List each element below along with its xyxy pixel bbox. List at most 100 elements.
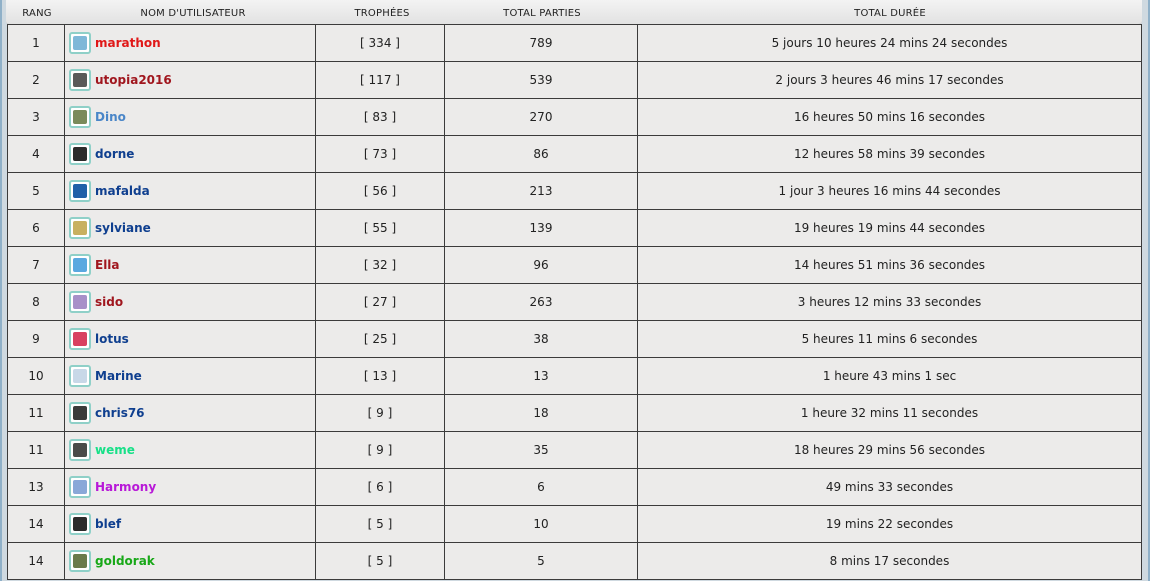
- rank-cell: 10: [7, 357, 65, 395]
- header-total-duration[interactable]: TOTAL DURÉE: [638, 8, 1142, 19]
- username-cell: mafalda: [64, 172, 316, 210]
- total-duration-cell: 49 mins 33 secondes: [637, 468, 1142, 506]
- trophies-cell: [ 117 ]: [315, 61, 445, 99]
- figure-avatar-icon[interactable]: [69, 217, 91, 239]
- trophies-cell: [ 9 ]: [315, 431, 445, 469]
- total-duration-cell: 5 jours 10 heures 24 mins 24 secondes: [637, 24, 1142, 62]
- rank-cell: 11: [7, 394, 65, 432]
- username-link[interactable]: lotus: [95, 332, 129, 346]
- table-row: 4 dorne [ 73 ] 86 12 heures 58 mins 39 s…: [7, 135, 1142, 173]
- username-link[interactable]: Dino: [95, 110, 126, 124]
- rank-cell: 9: [7, 320, 65, 358]
- username-link[interactable]: Marine: [95, 369, 142, 383]
- default-user-avatar-icon[interactable]: [69, 143, 91, 165]
- trophies-cell: [ 13 ]: [315, 357, 445, 395]
- total-parts-cell: 539: [444, 61, 638, 99]
- rank-cell: 1: [7, 24, 65, 62]
- total-parts-cell: 13: [444, 357, 638, 395]
- username-cell: Harmony: [64, 468, 316, 506]
- username-link[interactable]: blef: [95, 517, 121, 531]
- rank-cell: 3: [7, 98, 65, 136]
- total-duration-cell: 18 heures 29 mins 56 secondes: [637, 431, 1142, 469]
- total-parts-cell: 6: [444, 468, 638, 506]
- rank-cell: 8: [7, 283, 65, 321]
- trophies-cell: [ 56 ]: [315, 172, 445, 210]
- username-link[interactable]: sido: [95, 295, 123, 309]
- animal-avatar-icon[interactable]: [69, 402, 91, 424]
- flower-avatar-icon[interactable]: [69, 328, 91, 350]
- table-header: RANG NOM D'UTILISATEUR TROPHÉES TOTAL PA…: [6, 0, 1142, 25]
- total-duration-cell: 3 heures 12 mins 33 secondes: [637, 283, 1142, 321]
- total-parts-cell: 270: [444, 98, 638, 136]
- username-link[interactable]: sylviane: [95, 221, 151, 235]
- username-link[interactable]: mafalda: [95, 184, 150, 198]
- total-parts-cell: 96: [444, 246, 638, 284]
- portrait-avatar-icon[interactable]: [69, 291, 91, 313]
- table-row: 3 Dino [ 83 ] 270 16 heures 50 mins 16 s…: [7, 98, 1142, 136]
- text-logo-avatar-icon[interactable]: [69, 476, 91, 498]
- total-parts-cell: 18: [444, 394, 638, 432]
- total-duration-cell: 1 heure 32 mins 11 secondes: [637, 394, 1142, 432]
- header-username[interactable]: NOM D'UTILISATEUR: [68, 8, 318, 19]
- rank-cell: 14: [7, 542, 65, 580]
- photo-avatar-icon[interactable]: [69, 69, 91, 91]
- total-parts-cell: 789: [444, 24, 638, 62]
- landscape-avatar-icon[interactable]: [69, 106, 91, 128]
- header-rank[interactable]: RANG: [6, 8, 68, 19]
- trophies-cell: [ 32 ]: [315, 246, 445, 284]
- total-parts-cell: 35: [444, 431, 638, 469]
- total-duration-cell: 19 heures 19 mins 44 secondes: [637, 209, 1142, 247]
- table-row: 6 sylviane [ 55 ] 139 19 heures 19 mins …: [7, 209, 1142, 247]
- header-total-parts[interactable]: TOTAL PARTIES: [446, 8, 638, 19]
- username-cell: goldorak: [64, 542, 316, 580]
- table-row: 14 goldorak [ 5 ] 5 8 mins 17 secondes: [7, 542, 1142, 580]
- runner-avatar-icon[interactable]: [69, 32, 91, 54]
- trophies-cell: [ 5 ]: [315, 505, 445, 543]
- total-parts-cell: 10: [444, 505, 638, 543]
- trophies-cell: [ 73 ]: [315, 135, 445, 173]
- rank-cell: 6: [7, 209, 65, 247]
- trophies-cell: [ 9 ]: [315, 394, 445, 432]
- username-link[interactable]: utopia2016: [95, 73, 172, 87]
- pastel-avatar-icon[interactable]: [69, 365, 91, 387]
- username-cell: Ella: [64, 246, 316, 284]
- table-row: 5 mafalda [ 56 ] 213 1 jour 3 heures 16 …: [7, 172, 1142, 210]
- username-link[interactable]: weme: [95, 443, 135, 457]
- username-link[interactable]: Ella: [95, 258, 120, 272]
- total-duration-cell: 12 heures 58 mins 39 secondes: [637, 135, 1142, 173]
- username-link[interactable]: marathon: [95, 36, 161, 50]
- username-cell: Marine: [64, 357, 316, 395]
- robot-avatar-icon[interactable]: [69, 550, 91, 572]
- table-row: 10 Marine [ 13 ] 13 1 heure 43 mins 1 se…: [7, 357, 1142, 395]
- username-link[interactable]: dorne: [95, 147, 134, 161]
- table-row: 11 chris76 [ 9 ] 18 1 heure 32 mins 11 s…: [7, 394, 1142, 432]
- username-link[interactable]: goldorak: [95, 554, 155, 568]
- username-cell: marathon: [64, 24, 316, 62]
- total-duration-cell: 14 heures 51 mins 36 secondes: [637, 246, 1142, 284]
- default-user-avatar-icon[interactable]: [69, 513, 91, 535]
- trophies-cell: [ 5 ]: [315, 542, 445, 580]
- table-row: 13 Harmony [ 6 ] 6 49 mins 33 secondes: [7, 468, 1142, 506]
- rank-cell: 13: [7, 468, 65, 506]
- table-row: 11 weme [ 9 ] 35 18 heures 29 mins 56 se…: [7, 431, 1142, 469]
- cloud-avatar-icon[interactable]: [69, 254, 91, 276]
- username-cell: lotus: [64, 320, 316, 358]
- username-link[interactable]: Harmony: [95, 480, 156, 494]
- total-parts-cell: 5: [444, 542, 638, 580]
- header-trophies[interactable]: TROPHÉES: [318, 8, 446, 19]
- username-cell: blef: [64, 505, 316, 543]
- trophies-cell: [ 334 ]: [315, 24, 445, 62]
- username-cell: sido: [64, 283, 316, 321]
- total-parts-cell: 213: [444, 172, 638, 210]
- rank-cell: 4: [7, 135, 65, 173]
- username-link[interactable]: chris76: [95, 406, 145, 420]
- total-duration-cell: 5 heures 11 mins 6 secondes: [637, 320, 1142, 358]
- yin-yang-avatar-icon[interactable]: [69, 180, 91, 202]
- username-cell: chris76: [64, 394, 316, 432]
- dark-photo-avatar-icon[interactable]: [69, 439, 91, 461]
- table-row: 2 utopia2016 [ 117 ] 539 2 jours 3 heure…: [7, 61, 1142, 99]
- trophies-cell: [ 83 ]: [315, 98, 445, 136]
- table-row: 1 marathon [ 334 ] 789 5 jours 10 heures…: [7, 24, 1142, 62]
- username-cell: dorne: [64, 135, 316, 173]
- total-duration-cell: 1 jour 3 heures 16 mins 44 secondes: [637, 172, 1142, 210]
